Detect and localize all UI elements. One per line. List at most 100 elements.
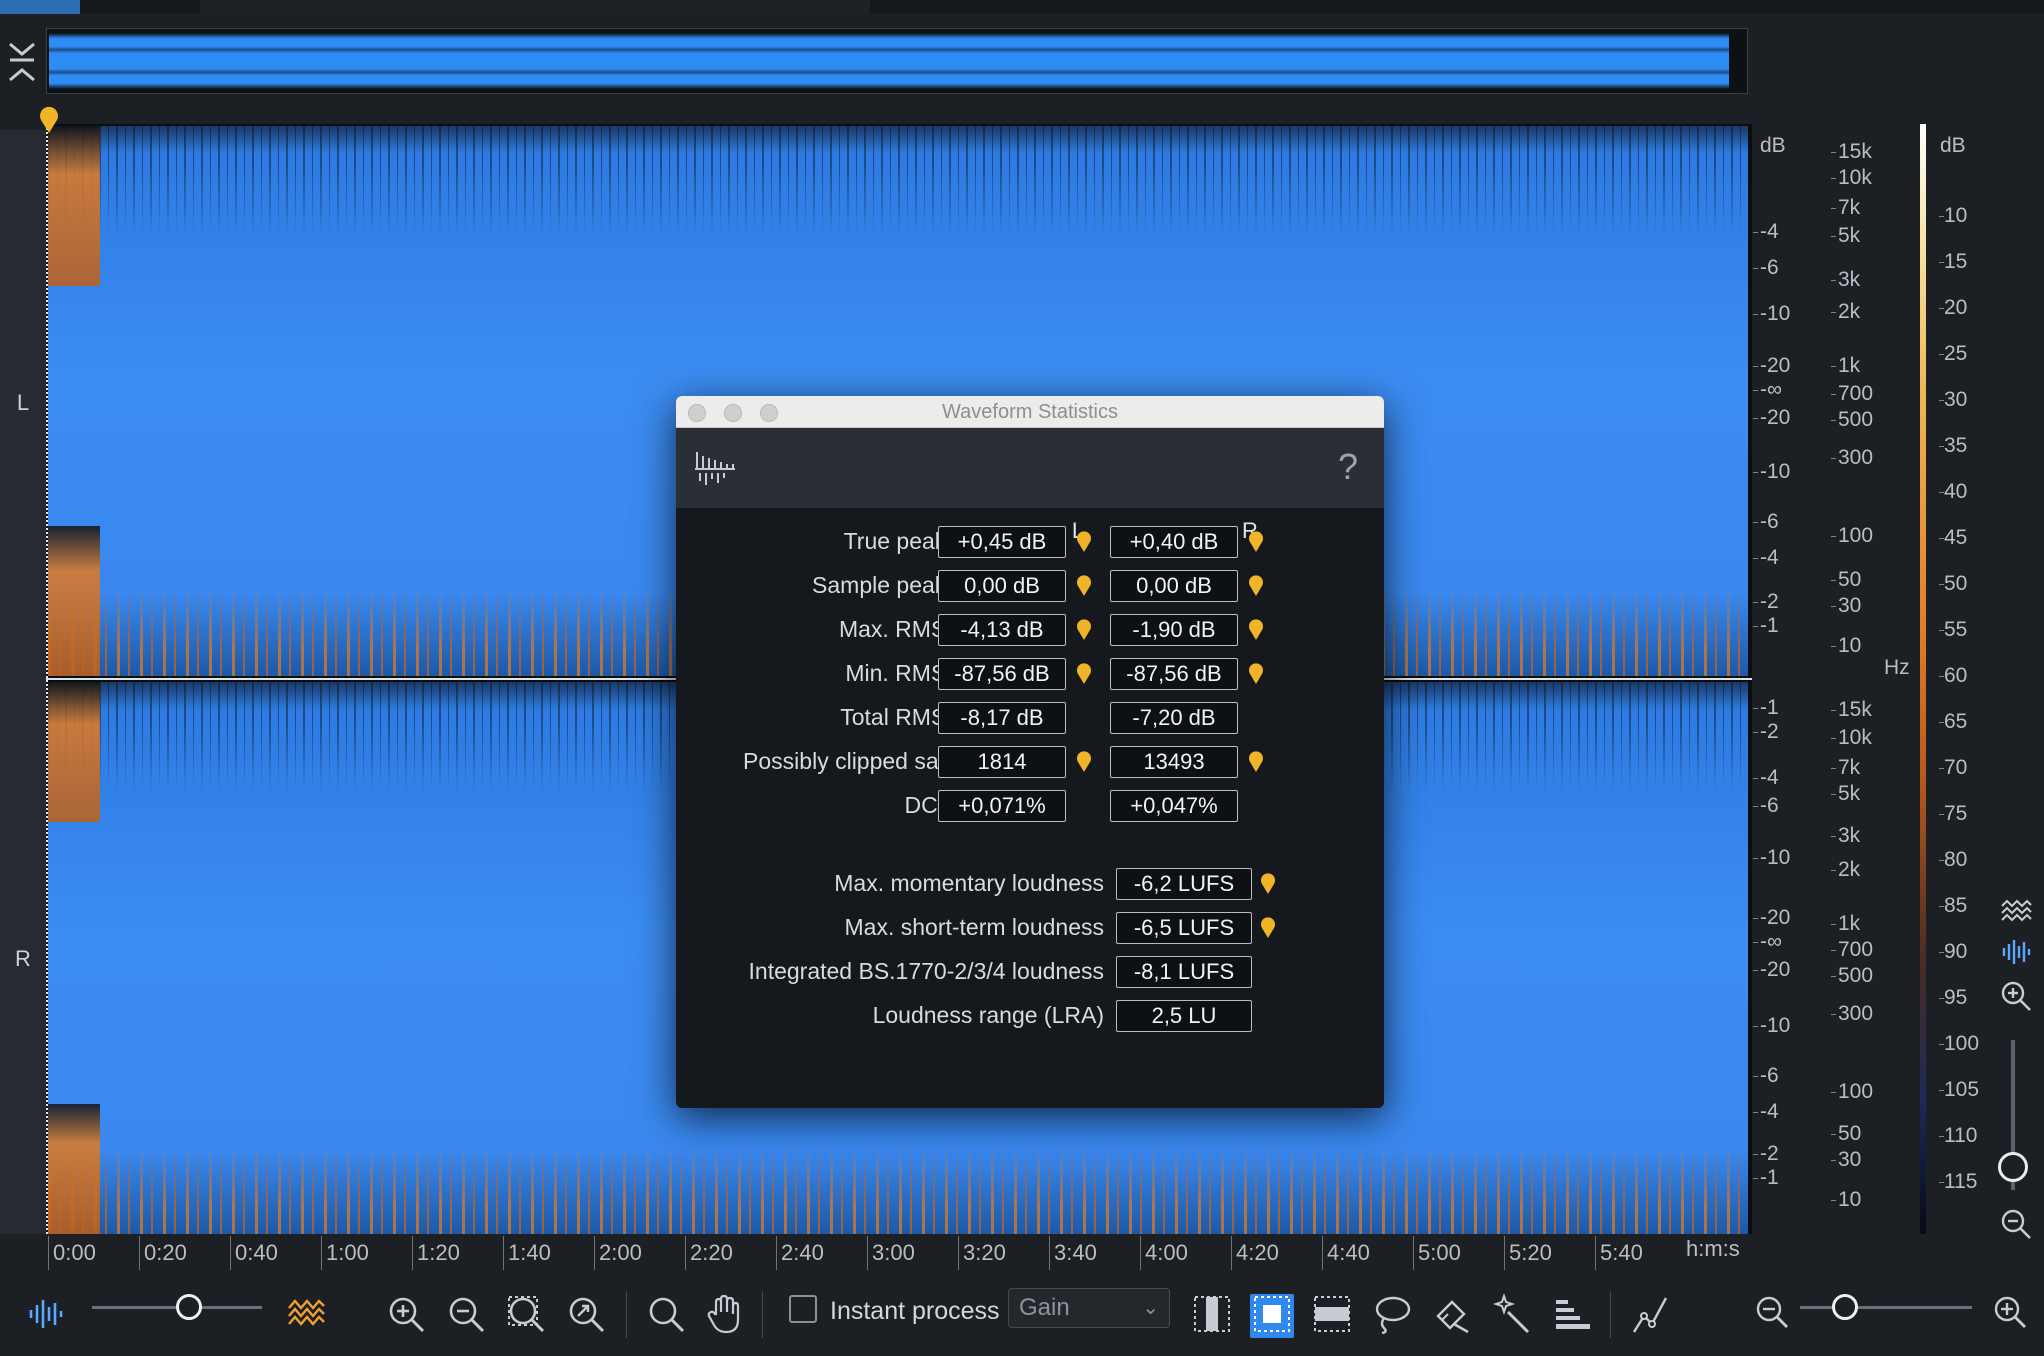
- db-tick-label: -∞: [1753, 930, 1782, 953]
- db-tick-label: -2: [1753, 590, 1779, 613]
- time-frequency-selection-icon[interactable]: [1250, 1294, 1294, 1338]
- tab-inactive[interactable]: [200, 0, 870, 14]
- marker-pin-icon[interactable]: [1248, 531, 1264, 553]
- tab-active[interactable]: [0, 0, 80, 14]
- hand-icon[interactable]: [702, 1294, 746, 1338]
- frequency-selection-icon[interactable]: [1310, 1294, 1354, 1338]
- zoom-fit-icon[interactable]: [564, 1294, 608, 1338]
- zoom-in-icon[interactable]: [384, 1294, 428, 1338]
- brush-icon[interactable]: [1430, 1294, 1474, 1338]
- instant-process-label: Instant process: [830, 1297, 1000, 1325]
- vertical-zoom-out-icon[interactable]: [1998, 1208, 2034, 1244]
- magic-wand-icon[interactable]: [1490, 1292, 1534, 1338]
- dialog-titlebar[interactable]: Waveform Statistics: [676, 396, 1384, 428]
- marker-pin-icon[interactable]: [38, 106, 60, 134]
- playhead-cursor[interactable]: [46, 128, 48, 1234]
- view-blend-slider-thumb[interactable]: [176, 1294, 202, 1320]
- frequency-tick-label: 30: [1830, 1148, 1862, 1171]
- timeline-tick-label: 2:00: [594, 1236, 642, 1270]
- vertical-zoom-in-icon[interactable]: [1998, 980, 2034, 1016]
- spectrogram-view-icon[interactable]: [284, 1294, 328, 1338]
- marker-pin-icon[interactable]: [1248, 663, 1264, 685]
- timeline-tick-label: 3:40: [1049, 1236, 1097, 1270]
- waveform-statistics-dialog[interactable]: Waveform Statistics ? L R True peak leve…: [676, 396, 1384, 1108]
- statistics-module-icon: [694, 448, 736, 490]
- lasso-icon[interactable]: [1370, 1294, 1414, 1338]
- marker-pin-icon[interactable]: [1260, 917, 1276, 939]
- horizontal-zoom-in-icon[interactable]: [1990, 1294, 2030, 1338]
- marker-pin-icon[interactable]: [1076, 663, 1092, 685]
- marker-pin-icon[interactable]: [1260, 873, 1276, 895]
- stat-value-right[interactable]: -87,56 dB: [1110, 658, 1238, 690]
- colorbar-tick-label: 10: [1938, 204, 1968, 227]
- horizontal-zoom-slider[interactable]: [1800, 1306, 1972, 1309]
- instant-process-checkbox[interactable]: [789, 1295, 817, 1323]
- top-tab-bar: [0, 0, 2044, 14]
- horizontal-zoom-thumb[interactable]: [1832, 1294, 1859, 1320]
- waveform-view-icon[interactable]: [1998, 936, 2034, 972]
- stat-value-left[interactable]: 0,00 dB: [938, 570, 1066, 602]
- loudness-label: Max. short-term loudness: [844, 914, 1104, 940]
- collapse-icon[interactable]: [6, 38, 38, 86]
- db-tick-label: -6: [1753, 510, 1779, 533]
- stat-value-left[interactable]: +0,45 dB: [938, 526, 1066, 558]
- marker-pin-icon[interactable]: [1076, 619, 1092, 641]
- stat-value-right[interactable]: +0,047%: [1110, 790, 1238, 822]
- help-button[interactable]: ?: [1328, 444, 1368, 490]
- colorbar-db-scale: dB 10 15 20 25 30 35 40 45 50 55 60 65 70 75 80 85 90 95 10…: [1930, 124, 2010, 1234]
- spectrogram-view-icon[interactable]: [1998, 896, 2034, 932]
- frequency-tick-label: 100: [1830, 524, 1874, 547]
- loudness-value[interactable]: -8,1 LUFS: [1116, 956, 1252, 988]
- loudness-value[interactable]: 2,5 LU: [1116, 1000, 1252, 1032]
- timeline-tick-label: 5:20: [1504, 1236, 1552, 1270]
- time-selection-icon[interactable]: [1190, 1294, 1234, 1338]
- overview-waveform[interactable]: [46, 28, 1748, 94]
- loudness-value[interactable]: -6,2 LUFS: [1116, 868, 1252, 900]
- marker-pin-icon[interactable]: [1076, 531, 1092, 553]
- stat-value-left[interactable]: -4,13 dB: [938, 614, 1066, 646]
- timeline-tick-label: 0:00: [48, 1236, 96, 1270]
- stat-value-right[interactable]: -7,20 dB: [1110, 702, 1238, 734]
- envelope-icon[interactable]: [1628, 1294, 1672, 1338]
- time-ruler[interactable]: 0:00 0:20 0:40 1:00 1:20 1:40 2:00 2:20 2:40 3:00…: [46, 1234, 1752, 1274]
- channel-label-left[interactable]: L: [0, 390, 46, 416]
- stat-value-right[interactable]: 0,00 dB: [1110, 570, 1238, 602]
- stat-value-left[interactable]: -8,17 dB: [938, 702, 1066, 734]
- bottom-toolbar: Instant process Gain ⌄: [0, 1274, 2044, 1356]
- channel-strip: L R: [0, 130, 46, 1234]
- stat-value-left[interactable]: +0,071%: [938, 790, 1066, 822]
- colorbar-tick-label: 30: [1938, 388, 1968, 411]
- stat-value-right[interactable]: 13493: [1110, 746, 1238, 778]
- horizontal-zoom-out-icon[interactable]: [1752, 1294, 1792, 1338]
- frequency-tick-label: 15k: [1831, 698, 1872, 721]
- amplitude-frequency-ruler[interactable]: -4 -6 -10 -20 -∞ -20 -10 -6 -4 -2 -1 -1 -2 -4 -6 -10 -20…: [1752, 124, 1920, 1234]
- marker-pin-icon[interactable]: [1076, 751, 1092, 773]
- harmonic-selection-icon[interactable]: [1550, 1294, 1594, 1338]
- stat-value-right[interactable]: -1,90 dB: [1110, 614, 1238, 646]
- vertical-zoom-thumb[interactable]: [1998, 1152, 2028, 1182]
- marker-pin-icon[interactable]: [1076, 575, 1092, 597]
- stat-value-left[interactable]: -87,56 dB: [938, 658, 1066, 690]
- marker-pin-icon[interactable]: [1248, 619, 1264, 641]
- db-tick-label: -2: [1753, 720, 1779, 743]
- timeline-tick-label: 1:20: [412, 1236, 460, 1270]
- zoom-out-icon[interactable]: [444, 1294, 488, 1338]
- spectrogram-colorbar: [1920, 124, 1926, 1234]
- marker-pin-icon[interactable]: [1248, 751, 1264, 773]
- stat-value-left[interactable]: 1814: [938, 746, 1066, 778]
- stat-value-right[interactable]: +0,40 dB: [1110, 526, 1238, 558]
- db-tick-label: -10: [1752, 1014, 1791, 1037]
- instant-process-mode-select[interactable]: Gain ⌄: [1008, 1288, 1170, 1328]
- time-unit-label: h:m:s: [1686, 1236, 1740, 1261]
- colorbar-tick-label: 55: [1938, 618, 1968, 641]
- magnifier-icon[interactable]: [644, 1294, 688, 1338]
- zoom-selection-icon[interactable]: [504, 1294, 548, 1338]
- waveform-view-icon[interactable]: [24, 1294, 68, 1338]
- channel-label-right[interactable]: R: [0, 946, 46, 972]
- timeline-tick-label: 5:00: [1413, 1236, 1461, 1270]
- marker-pin-icon[interactable]: [1248, 575, 1264, 597]
- colorbar-tick-label: 50: [1938, 572, 1968, 595]
- spectral-intro-block: [48, 126, 100, 286]
- loudness-value[interactable]: -6,5 LUFS: [1116, 912, 1252, 944]
- frequency-tick-label: 7k: [1830, 196, 1861, 219]
